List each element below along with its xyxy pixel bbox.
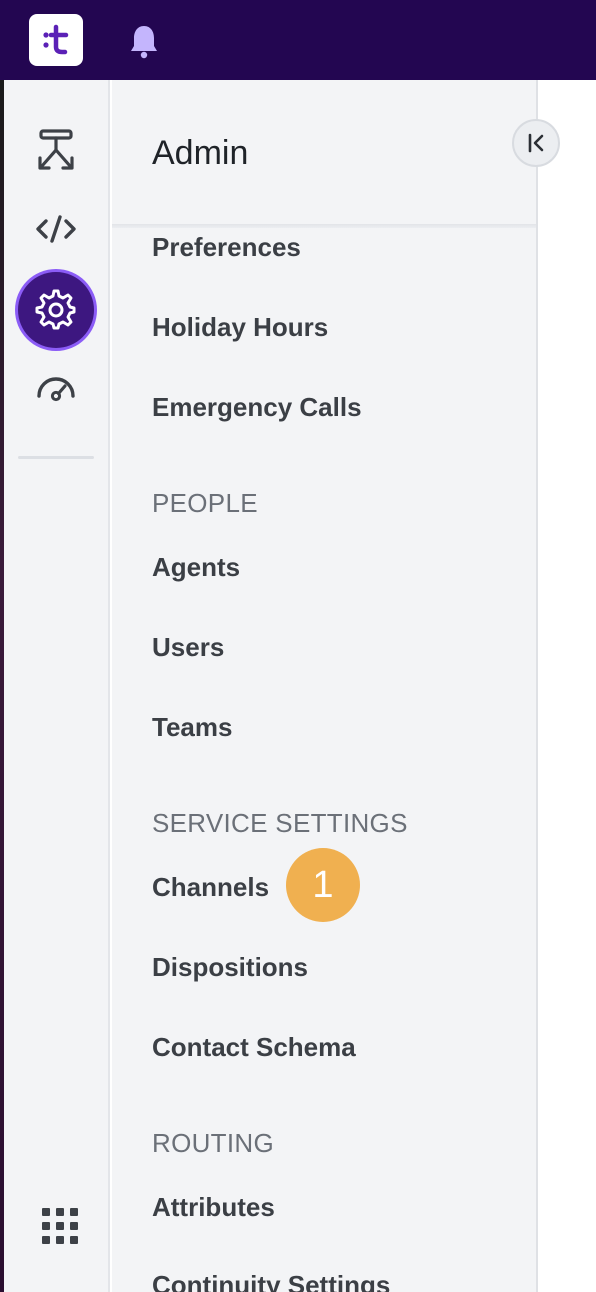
nav-item-holiday-hours[interactable]: Holiday Hours bbox=[152, 312, 328, 343]
apps-grid-icon[interactable] bbox=[42, 1208, 78, 1244]
header-divider bbox=[112, 224, 536, 228]
admin-panel: Admin Preferences Holiday Hours Emergenc… bbox=[112, 80, 538, 1292]
nav-item-contact-schema[interactable]: Contact Schema bbox=[152, 1032, 356, 1063]
dashboard-icon[interactable] bbox=[18, 348, 94, 424]
nav-item-continuity-settings[interactable]: Continuity Settings bbox=[152, 1270, 390, 1292]
section-heading-people: PEOPLE bbox=[152, 488, 258, 518]
step-badge: 1 bbox=[286, 848, 360, 922]
top-bar bbox=[0, 0, 596, 80]
panel-title: Admin bbox=[152, 134, 249, 172]
collapse-left-icon[interactable] bbox=[512, 119, 560, 167]
icon-rail bbox=[4, 80, 110, 1292]
nav-item-agents[interactable]: Agents bbox=[152, 552, 240, 583]
nav-item-emergency-calls[interactable]: Emergency Calls bbox=[152, 392, 362, 423]
nav-item-preferences[interactable]: Preferences bbox=[152, 232, 301, 263]
section-heading-service-settings: SERVICE SETTINGS bbox=[152, 808, 408, 838]
flow-icon[interactable] bbox=[18, 112, 94, 188]
nav-item-dispositions[interactable]: Dispositions bbox=[152, 952, 308, 983]
rail-divider bbox=[18, 456, 94, 459]
nav-item-channels[interactable]: Channels bbox=[152, 872, 269, 903]
nav-item-teams[interactable]: Teams bbox=[152, 712, 232, 743]
bell-icon[interactable] bbox=[126, 22, 162, 60]
logo-icon[interactable] bbox=[29, 14, 83, 66]
gear-icon[interactable] bbox=[18, 272, 94, 348]
nav-item-users[interactable]: Users bbox=[152, 632, 224, 663]
nav-item-attributes[interactable]: Attributes bbox=[152, 1192, 275, 1223]
section-heading-routing: ROUTING bbox=[152, 1128, 274, 1158]
code-icon[interactable] bbox=[18, 191, 94, 267]
